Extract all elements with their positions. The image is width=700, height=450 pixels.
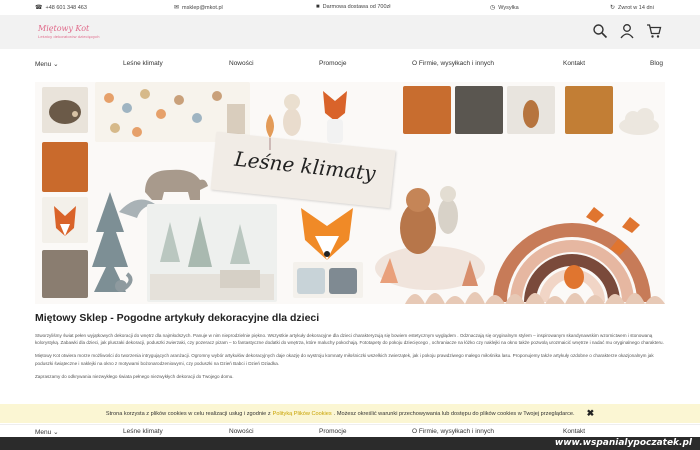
small-pillows-image [297,268,357,294]
squirrel-image [115,272,133,292]
return-icon: ↻ [610,5,616,11]
cookie-policy-link[interactable]: Polityką Plików Cookies [273,411,332,417]
intro-section: Miętowy Sklep - Pogodne artykuły dekorac… [35,312,665,386]
logo-tagline: Leśnicy dekoratorów dziecięcych [38,34,100,39]
nav-menu[interactable]: Menu ⌄ [35,60,59,68]
sticky-nav-nowosci[interactable]: Nowości [229,428,254,435]
truck-icon: ■ [316,4,320,10]
cookie-banner: Strona korzysta z plików cookies w celu … [0,404,700,423]
nav-nowosci[interactable]: Nowości [229,60,254,67]
sticky-nav-promocje[interactable]: Promocje [319,428,346,435]
phone-icon: ☎ [35,5,43,11]
logo-name: Miętowy Kot [38,24,90,33]
watermark-bar: www.wspanialypoczatek.pl [0,437,700,450]
chevron-down-icon: ⌄ [53,61,59,68]
sticky-nav: Menu ⌄ Leśne klimaty Nowości Promocje O … [0,424,700,438]
site-header: Miętowy Kot Leśnicy dekoratorów dziecięc… [0,15,700,49]
fox-pillow-image-2 [403,86,451,134]
fox-plush-image [323,91,347,143]
wolf-pillow-image [42,250,88,298]
grass-decal-image [405,292,665,304]
squirrel-pillow-image [42,142,88,192]
cookie-text-before: Strona korzysta z plików cookies w celu … [105,410,271,417]
search-icon[interactable] [592,23,608,39]
watermark-text: www.wspanialypoczatek.pl [554,438,692,448]
sticky-nav-lesne-klimaty[interactable]: Leśne klimaty [123,428,163,435]
nav-o-firmie[interactable]: O Firmie, wysyłkach i innych [412,60,494,67]
returns-info[interactable]: ↻ Zwrot w 14 dni [610,4,654,12]
shipping-info[interactable]: ◷ Wysyłka [490,4,519,12]
nav-blog[interactable]: Blog [650,60,663,67]
chevron-down-icon: ⌄ [53,429,59,436]
nav-lesne-klimaty[interactable]: Leśne klimaty [123,60,163,67]
woodland-animals-decal-image [375,186,485,290]
nav-promocje[interactable]: Promocje [319,60,346,67]
email-info[interactable]: ✉ msklep@mkot.pl [174,4,223,12]
cloud-decal-image [619,108,659,135]
forest-wallpaper-image [150,216,274,300]
bear-image [145,169,208,200]
top-info-bar: ☎ +48 601 348 463 ✉ msklep@mkot.pl ■ Dar… [0,0,700,15]
fox-shaped-pillow-image [301,208,353,260]
site-logo[interactable]: Miętowy Kot Leśnicy dekoratorów dziecięc… [38,24,108,42]
user-icon[interactable] [619,23,635,39]
fox-image [54,206,76,236]
owl-pillow-image [455,86,503,134]
intro-paragraph-2: Miętowy Kot otwiera morze możliwości do … [35,353,654,366]
nav-kontakt[interactable]: Kontakt [563,60,585,67]
page-heading: Miętowy Sklep - Pogodne artykuły dekorac… [35,312,320,324]
deer-image [523,100,539,128]
intro-paragraph-3: Zapraszamy do odkrywania niezwykłego świ… [35,373,234,379]
hero-banner[interactable]: Leśne klimaty [35,82,665,304]
email-address: msklep@mkot.pl [182,4,223,11]
hedgehog-image [49,100,81,124]
phone-info[interactable]: ☎ +48 601 348 463 [35,4,87,12]
cookie-text-after: . Możesz określić warunki przechowywania… [333,410,575,417]
returns-text: Zwrot w 14 dni [618,4,654,11]
main-nav: Menu ⌄ Leśne klimaty Nowości Promocje O … [0,56,700,72]
close-icon[interactable]: ✖ [587,408,595,419]
sticky-nav-menu[interactable]: Menu ⌄ [35,428,59,436]
leaf-decal-image [266,114,274,150]
delivery-info: ■ Darmowa dostawa od 700zł [316,4,391,10]
header-actions [592,23,662,39]
intro-paragraph-1: Stworzyliśmy świat pełen wyjątkowych dek… [35,333,664,346]
phone-number: +48 601 348 463 [45,4,87,11]
sticky-nav-kontakt[interactable]: Kontakt [563,428,585,435]
squirrel-pillow-image-2 [565,86,613,134]
sticky-nav-o-firmie[interactable]: O Firmie, wysyłkach i innych [412,428,494,435]
deer-plush-image [283,94,301,136]
clock-icon: ◷ [490,5,496,11]
shipping-text: Wysyłka [498,4,519,11]
email-icon: ✉ [174,5,180,11]
delivery-text: Darmowa dostawa od 700zł [322,4,391,10]
cart-icon[interactable] [646,23,662,39]
